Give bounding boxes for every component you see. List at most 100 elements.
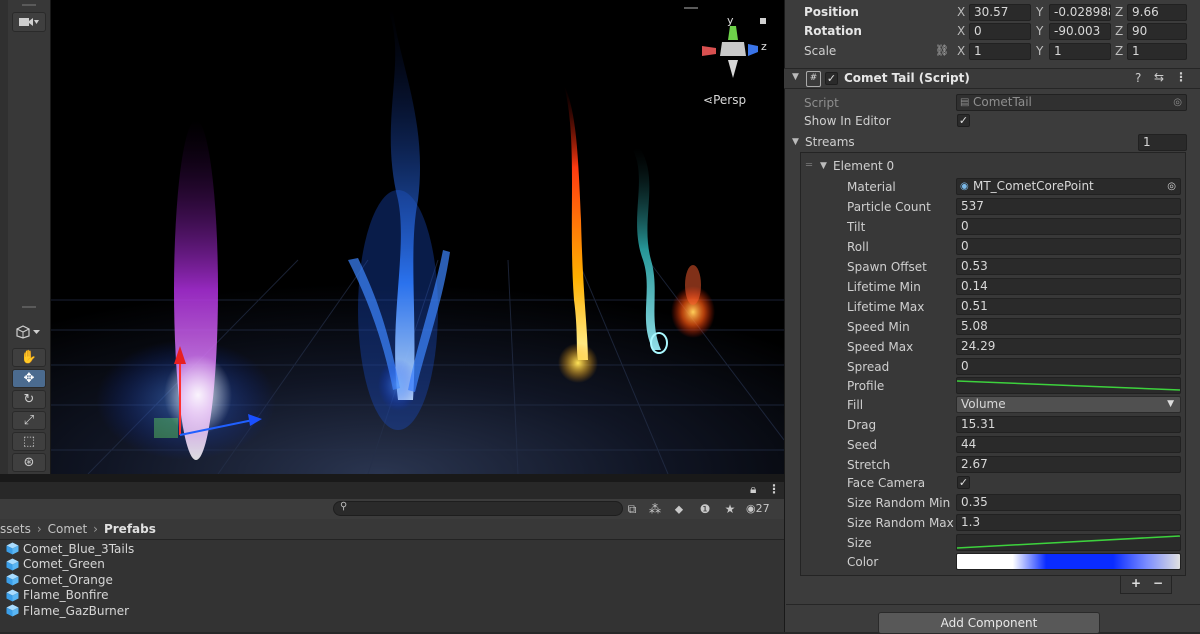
link-icon[interactable]: ⛓︎: [935, 44, 949, 57]
material-label: Material: [847, 180, 896, 194]
chevron-right-icon: ›: [36, 522, 42, 536]
add-component-button[interactable]: Add Component: [878, 612, 1100, 634]
list-item[interactable]: Flame_GazBurner: [6, 603, 129, 618]
favorite-star-icon[interactable]: ★: [721, 501, 739, 517]
show-in-editor-label: Show In Editor: [804, 114, 891, 128]
move-tool-button[interactable]: ✥: [12, 369, 46, 388]
lock-icon[interactable]: 🔒︎: [750, 482, 756, 497]
color-gradient-field[interactable]: [956, 553, 1181, 570]
overlay-grip[interactable]: [684, 7, 698, 9]
list-item[interactable]: Comet_Orange: [6, 572, 113, 587]
rotate-tool-button[interactable]: ↻: [12, 390, 46, 409]
rotate-tool-icon: ↻: [23, 392, 35, 407]
remove-element-button[interactable]: −: [1153, 576, 1163, 590]
scale-z-field[interactable]: 1: [1127, 43, 1187, 60]
prefab-icon: [6, 542, 19, 555]
camera-menu-button[interactable]: [12, 12, 46, 32]
position-x-field[interactable]: 30.57: [969, 4, 1031, 21]
more-menu-icon[interactable]: ⋮: [768, 482, 780, 496]
face-camera-checkbox[interactable]: ✓: [957, 476, 970, 489]
speed-min-field[interactable]: 5.08: [956, 318, 1181, 335]
rotation-x-field[interactable]: 0: [969, 23, 1031, 40]
label-filter-icon[interactable]: ⬥: [670, 501, 688, 517]
size-random-min-field[interactable]: 0.35: [956, 494, 1181, 511]
transform-tool-button[interactable]: ⊛: [12, 453, 46, 472]
rotation-x-axis: X: [957, 24, 966, 38]
drag-handle-icon[interactable]: ═: [806, 160, 812, 171]
scale-y-field[interactable]: 1: [1049, 43, 1111, 60]
list-item[interactable]: Flame_Bonfire: [6, 588, 108, 603]
profile-curve-field[interactable]: [956, 377, 1181, 394]
panel-divider[interactable]: [0, 474, 784, 482]
object-picker-icon[interactable]: ◎: [1167, 179, 1176, 194]
lifetime-max-field[interactable]: 0.51: [956, 298, 1181, 315]
add-element-button[interactable]: +: [1131, 576, 1141, 590]
hidden-count-toggle[interactable]: ◉27: [746, 501, 782, 517]
list-item[interactable]: Comet_Green: [6, 557, 105, 572]
warning-filter-icon[interactable]: ❶: [696, 501, 714, 517]
rect-tool-button[interactable]: ⬚: [12, 432, 46, 451]
scene-view[interactable]: ✋ ✥ ↻ ⤢ ⬚ ⊛ y z ⋖Persp: [0, 0, 784, 474]
file-name: Flame_GazBurner: [23, 603, 130, 618]
projection-toggle[interactable]: ⋖Persp: [703, 93, 746, 107]
help-icon[interactable]: ?: [1135, 71, 1141, 85]
left-rail: [0, 0, 8, 474]
eye-icon: ◉: [746, 502, 756, 515]
tilt-field[interactable]: 0: [956, 218, 1181, 235]
spawn-offset-field[interactable]: 0.53: [956, 258, 1181, 275]
size-curve-field[interactable]: [956, 534, 1181, 551]
breadcrumb-comet[interactable]: Comet: [48, 522, 88, 536]
streams-label: Streams: [805, 135, 855, 149]
position-z-field[interactable]: 9.66: [1127, 4, 1187, 21]
particle-count-label: Particle Count: [847, 200, 931, 214]
spread-field[interactable]: 0: [956, 358, 1181, 375]
list-item[interactable]: Comet_Blue_3Tails: [6, 541, 134, 556]
size-random-max-field[interactable]: 1.3: [956, 514, 1181, 531]
more-menu-icon[interactable]: ⋮: [1175, 70, 1187, 84]
color-label: Color: [847, 555, 879, 569]
foldout-arrow-icon[interactable]: ▼: [792, 72, 799, 82]
position-x-axis: X: [957, 5, 966, 19]
orientation-menu-button[interactable]: [12, 322, 46, 341]
search-by-type-icon[interactable]: ⧉: [623, 501, 641, 517]
script-field: ▤ CometTail ◎: [956, 94, 1187, 111]
search-input[interactable]: ⚲: [333, 501, 623, 516]
component-header[interactable]: ▼ # ✓ Comet Tail (Script) ? ⇆ ⋮: [784, 68, 1200, 89]
presets-icon[interactable]: ⇆: [1154, 70, 1164, 84]
scale-x-field[interactable]: 1: [969, 43, 1031, 60]
lock-icon[interactable]: [760, 18, 766, 24]
seed-field[interactable]: 44: [956, 436, 1181, 453]
position-z-axis: Z: [1115, 5, 1124, 19]
position-label: Position: [804, 5, 859, 19]
breadcrumb-assets[interactable]: ssets: [0, 522, 31, 536]
scale-tool-button[interactable]: ⤢: [12, 411, 46, 430]
component-enabled-checkbox[interactable]: ✓: [825, 72, 838, 85]
fill-dropdown[interactable]: Volume ▼: [956, 396, 1181, 413]
prefab-icon: [6, 558, 19, 570]
persp-icon: ⋖: [703, 93, 714, 107]
hand-tool-button[interactable]: ✋: [12, 348, 46, 367]
spawn-offset-label: Spawn Offset: [847, 260, 927, 274]
roll-field[interactable]: 0: [956, 238, 1181, 255]
streams-count-field[interactable]: 1: [1138, 134, 1187, 151]
size-random-max-label: Size Random Max: [847, 516, 954, 530]
particle-count-field[interactable]: 537: [956, 198, 1181, 215]
position-y-field[interactable]: -0.028988: [1049, 4, 1111, 21]
drag-field[interactable]: 15.31: [956, 416, 1181, 433]
element-foldout-icon[interactable]: ▼: [820, 161, 827, 171]
stretch-field[interactable]: 2.67: [956, 456, 1181, 473]
scene-render[interactable]: [48, 0, 784, 474]
rotation-y-field[interactable]: -90.003: [1049, 23, 1111, 40]
breadcrumb: ssets › Comet › Prefabs: [0, 519, 784, 540]
tools-grip[interactable]: [22, 306, 36, 308]
breadcrumb-prefabs[interactable]: Prefabs: [104, 522, 156, 536]
toolstrip-grip[interactable]: [22, 4, 36, 6]
lifetime-min-field[interactable]: 0.14: [956, 278, 1181, 295]
rotation-z-field[interactable]: 90: [1127, 23, 1187, 40]
filter-type-icon[interactable]: ⁂: [646, 501, 664, 517]
material-field[interactable]: ◉ MT_CometCorePoint ◎: [956, 178, 1181, 195]
speed-max-field[interactable]: 24.29: [956, 338, 1181, 355]
show-in-editor-checkbox[interactable]: ✓: [957, 114, 970, 127]
streams-foldout-icon[interactable]: ▼: [792, 137, 799, 147]
prefab-icon: [6, 573, 19, 586]
